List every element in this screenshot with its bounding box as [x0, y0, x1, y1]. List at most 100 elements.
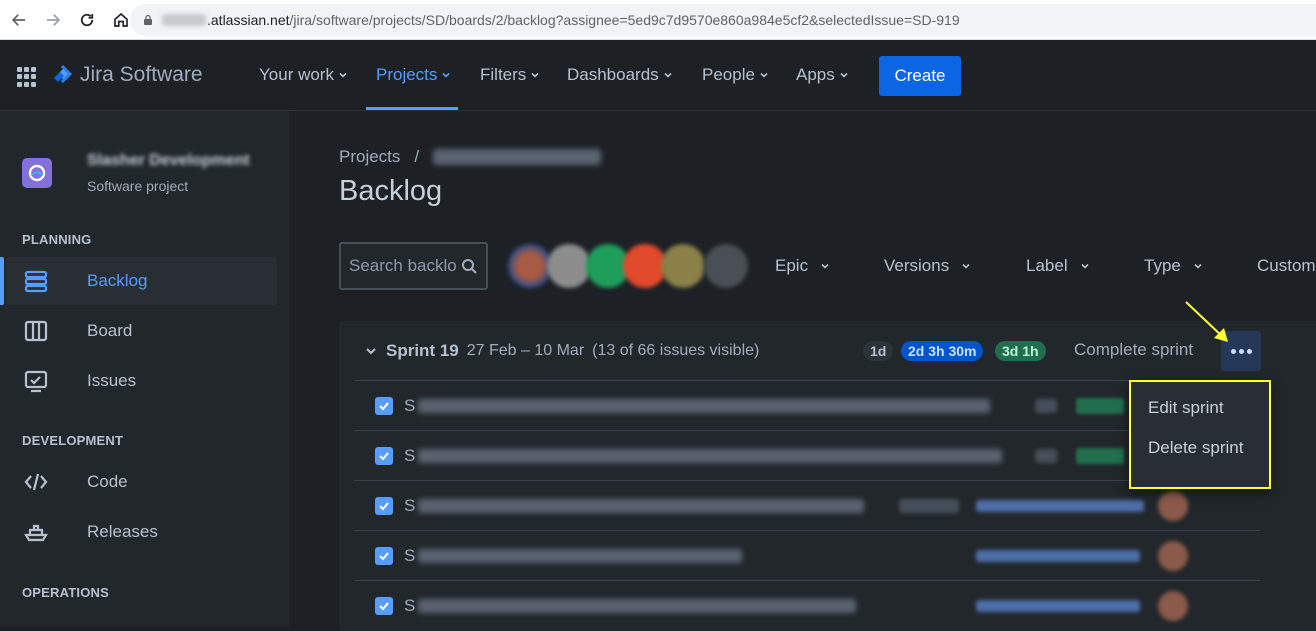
issue-row[interactable]: S — [354, 430, 1260, 480]
issue-checkbox[interactable] — [375, 396, 393, 415]
issue-row[interactable]: S — [354, 380, 1260, 430]
section-planning: PLANNING — [22, 232, 92, 247]
issue-epic-redacted[interactable] — [976, 599, 1140, 612]
browser-toolbar: .atlassian.net /jira/software/projects/S… — [0, 0, 1316, 40]
issue-summary-redacted[interactable] — [418, 598, 856, 613]
search-input[interactable] — [349, 256, 457, 276]
create-button[interactable]: Create — [879, 56, 961, 96]
issue-row[interactable]: S — [354, 580, 1260, 630]
main-content: Projects / Backlog Epic Versions Label T… — [289, 111, 1316, 631]
sidebar-item-label: Board — [87, 321, 133, 340]
more-dot — [1238, 348, 1244, 354]
reload-icon[interactable] — [72, 5, 102, 35]
chevron-down-icon — [442, 72, 450, 78]
filter-type[interactable]: Type — [1144, 256, 1203, 276]
complete-sprint-button[interactable]: Complete sprint — [1074, 340, 1193, 360]
search-backlog[interactable] — [339, 242, 488, 290]
issue-estimate-redacted — [1035, 448, 1057, 463]
ship-icon — [24, 524, 48, 542]
jira-logo[interactable]: Jira Software — [52, 63, 203, 87]
issue-summary-redacted[interactable] — [418, 448, 1002, 463]
sprint-issue-count: (13 of 66 issues visible) — [592, 342, 760, 359]
chevron-down-icon[interactable] — [365, 345, 377, 357]
project-name[interactable]: Slasher Development — [87, 152, 265, 170]
avatar[interactable] — [547, 244, 591, 288]
avatar[interactable] — [661, 244, 705, 288]
breadcrumb-projects[interactable]: Projects — [339, 147, 400, 167]
nav-dashboards[interactable]: Dashboards — [567, 65, 673, 85]
issue-key[interactable]: S — [404, 446, 415, 466]
breadcrumb: Projects / — [339, 147, 602, 167]
sidebar-item-board[interactable]: Board — [6, 307, 277, 355]
sprint-header[interactable]: Sprint 19 27 Feb – 10 Mar (13 of 66 issu… — [365, 341, 759, 361]
issue-row[interactable]: S — [354, 480, 1260, 530]
issue-status-redacted[interactable] — [1076, 447, 1124, 464]
address-bar[interactable]: .atlassian.net /jira/software/projects/S… — [130, 4, 1316, 36]
breadcrumb-project-redacted[interactable] — [433, 149, 602, 165]
active-nav-indicator — [366, 107, 458, 110]
issue-epic-redacted[interactable] — [976, 549, 1140, 562]
issue-checkbox[interactable] — [375, 596, 393, 615]
edit-sprint-menu-item[interactable]: Edit sprint — [1148, 398, 1224, 418]
issue-summary-redacted[interactable] — [418, 548, 742, 563]
sidebar-item-backlog[interactable]: Backlog — [6, 257, 277, 305]
chevron-down-icon — [531, 72, 539, 78]
filter-label: Epic — [775, 256, 809, 275]
sidebar-item-label: Releases — [87, 522, 158, 541]
issue-summary-redacted[interactable] — [418, 398, 990, 413]
estimate-done-badge: 3d 1h — [995, 341, 1046, 361]
issue-epic-redacted[interactable] — [976, 499, 1144, 512]
filter-versions[interactable]: Versions — [884, 256, 971, 276]
issue-key[interactable]: S — [404, 596, 415, 616]
nav-projects[interactable]: Projects — [376, 65, 451, 85]
estimate-todo-badge: 1d — [863, 341, 894, 361]
nav-your-work[interactable]: Your work — [259, 65, 348, 85]
top-navigation: Jira Software Your work Projects Filters… — [0, 41, 1316, 111]
nav-label: Dashboards — [567, 65, 659, 84]
project-sidebar: Slasher Development Software project PLA… — [0, 111, 289, 626]
logo-text: Jira Software — [80, 63, 203, 86]
chevron-down-icon — [962, 263, 970, 269]
sidebar-item-issues[interactable]: Issues — [6, 357, 277, 405]
filter-epic[interactable]: Epic — [775, 256, 830, 276]
back-icon[interactable] — [4, 5, 34, 35]
avatar[interactable] — [704, 244, 748, 288]
filter-custom[interactable]: Custom — [1257, 256, 1316, 276]
search-icon — [462, 259, 477, 274]
more-dot — [1246, 348, 1252, 354]
avatar[interactable] — [1158, 590, 1188, 621]
nav-label: People — [702, 65, 755, 84]
nav-label: Projects — [376, 65, 438, 84]
nav-apps[interactable]: Apps — [796, 65, 849, 85]
chevron-down-icon — [1081, 263, 1089, 269]
lock-icon — [144, 14, 152, 25]
sidebar-item-label: Backlog — [87, 271, 148, 290]
nav-filters[interactable]: Filters — [480, 65, 540, 85]
filter-label[interactable]: Label — [1026, 256, 1090, 276]
delete-sprint-menu-item[interactable]: Delete sprint — [1148, 438, 1243, 458]
issue-key[interactable]: S — [404, 396, 415, 416]
section-development: DEVELOPMENT — [22, 433, 124, 448]
avatar[interactable] — [1158, 540, 1188, 571]
issue-status-redacted[interactable] — [1076, 397, 1124, 414]
avatar[interactable] — [1158, 490, 1188, 521]
issue-checkbox[interactable] — [375, 546, 393, 565]
nav-people[interactable]: People — [702, 65, 769, 85]
sidebar-item-releases[interactable]: Releases — [6, 508, 277, 556]
issue-key[interactable]: S — [404, 546, 415, 566]
breadcrumb-separator: / — [414, 147, 420, 166]
avatar[interactable] — [508, 244, 552, 288]
sidebar-item-code[interactable]: Code — [6, 458, 277, 506]
app-switcher-icon[interactable] — [17, 67, 37, 87]
issue-row[interactable]: S — [354, 530, 1260, 580]
sprint-dates: 27 Feb – 10 Mar — [466, 342, 585, 359]
project-avatar[interactable] — [22, 158, 52, 188]
annotation-arrow-icon — [1185, 301, 1228, 342]
issue-checkbox[interactable] — [375, 496, 393, 515]
page-title: Backlog — [339, 175, 443, 207]
forward-icon[interactable] — [38, 5, 68, 35]
issue-key[interactable]: S — [404, 496, 415, 516]
issue-summary-redacted[interactable] — [418, 498, 864, 513]
issue-checkbox[interactable] — [375, 446, 393, 465]
url-path: /jira/software/projects/SD/boards/2/back… — [289, 12, 960, 28]
